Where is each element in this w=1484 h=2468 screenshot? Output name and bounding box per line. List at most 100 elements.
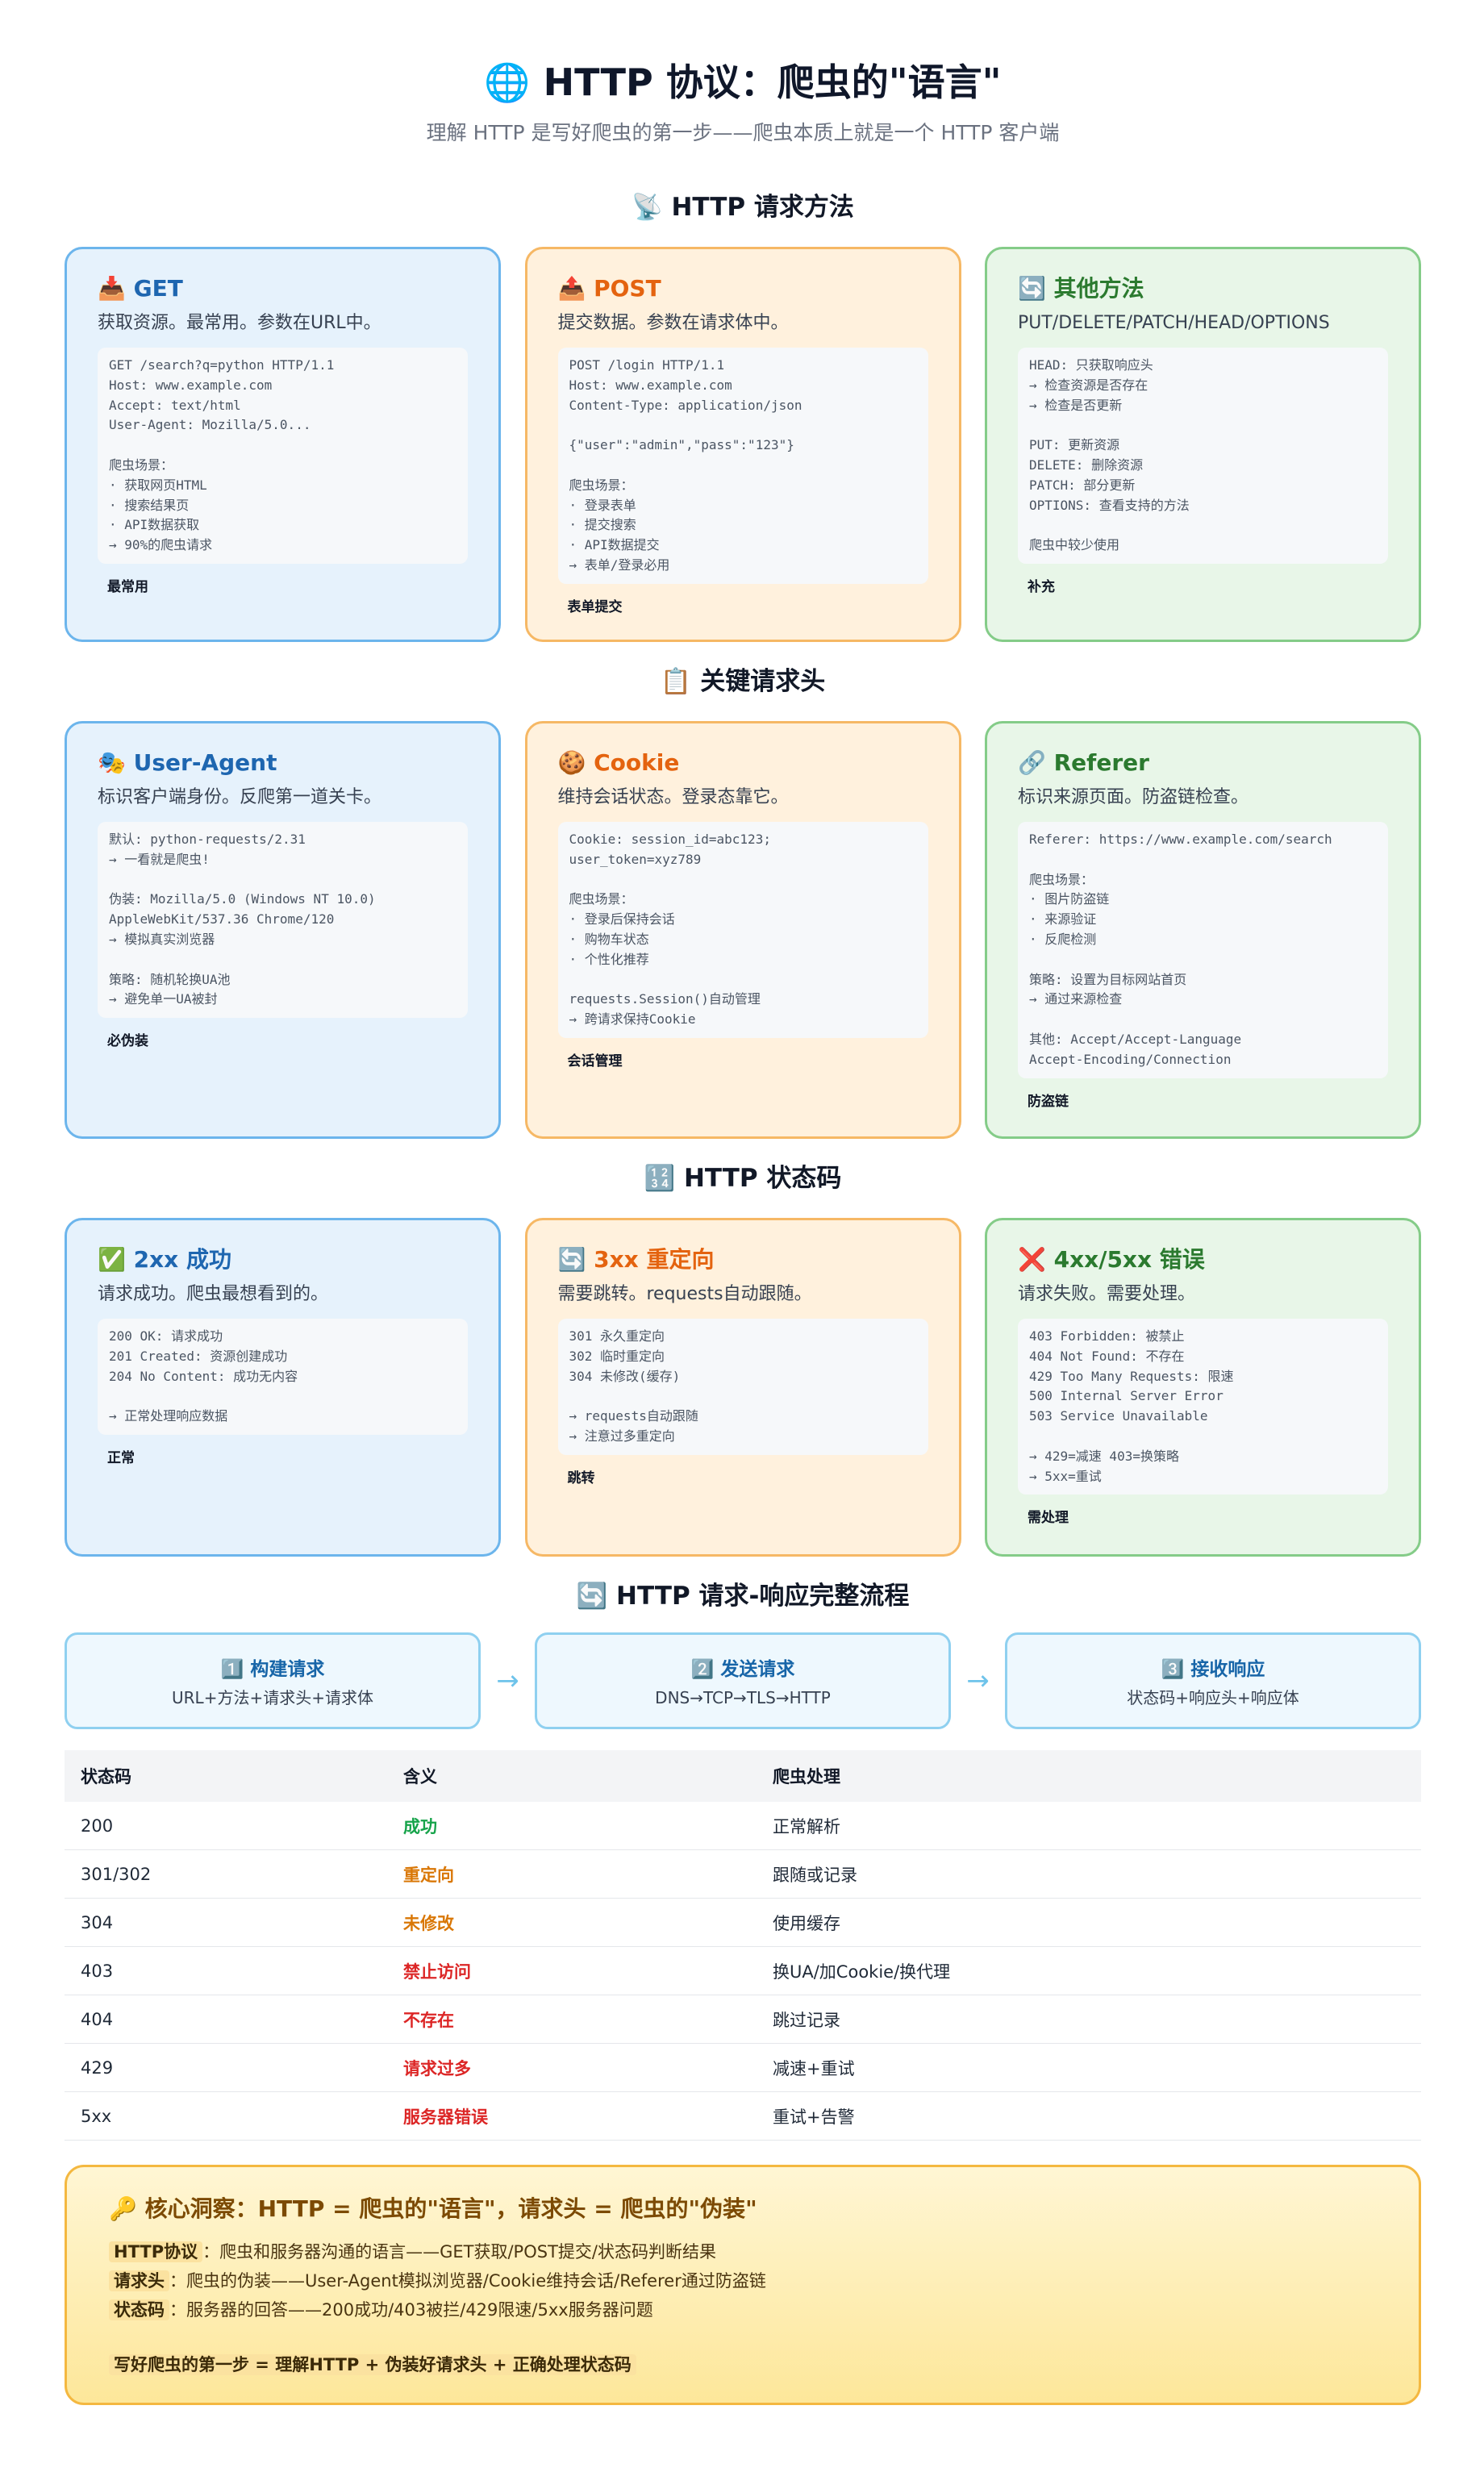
methods-row: 📥 GET 获取资源。最常用。参数在URL中。 GET /search?q=py… [65, 247, 1421, 642]
meaning-cell: 未修改 [387, 1898, 757, 1947]
section-title-status: 🔢 HTTP 状态码 [644, 1164, 842, 1193]
insight-text: ：爬虫和服务器沟通的语言——GET获取/POST提交/状态码判断结果 [202, 2242, 716, 2262]
table-row: 304 未修改 使用缓存 [65, 1898, 1421, 1947]
card-get: 📥 GET 获取资源。最常用。参数在URL中。 GET /search?q=py… [65, 247, 501, 642]
insight-key: 状态码 [109, 2299, 169, 2320]
column-header: 爬虫处理 [757, 1750, 1421, 1802]
code-block: HEAD: 只获取响应头 → 检查资源是否存在 → 检查是否更新 PUT: 更新… [1018, 348, 1388, 564]
table-body: 200 成功 正常解析 301/302 重定向 跟随或记录 304 未修改 使用缓存 403 禁止访… [65, 1802, 1421, 2141]
insight-key: HTTP协议 [109, 2241, 203, 2262]
table-row: 200 成功 正常解析 [65, 1802, 1421, 1850]
table-row: 301/302 重定向 跟随或记录 [65, 1849, 1421, 1899]
card-tag: 需处理 [1028, 1510, 1069, 1527]
flow-step-title: 3️⃣ 接收响应 [1161, 1659, 1265, 1680]
insight-line: HTTP协议 ：爬虫和服务器沟通的语言——GET获取/POST提交/状态码判断结果 [109, 2238, 1377, 2266]
card-tag: 正常 [107, 1449, 135, 1466]
flow-row: 1️⃣ 构建请求 URL+方法+请求头+请求体 → 2️⃣ 发送请求 DNS→T… [65, 1632, 1421, 1729]
insight-final-text: 写好爬虫的第一步 = 理解HTTP + 伪装好请求头 + 正确处理状态码 [109, 2354, 636, 2375]
card-desc: 请求失败。需要处理。 [1018, 1284, 1196, 1304]
card-title: 🔄 3xx 重定向 [557, 1246, 715, 1273]
card-tag: 会话管理 [567, 1053, 623, 1069]
action-cell: 正常解析 [757, 1802, 1421, 1850]
card-cookie: 🍪 Cookie 维持会话状态。登录态靠它。 Cookie: session_i… [524, 721, 961, 1139]
code-block: Cookie: session_id=abc123; user_token=xy… [557, 822, 928, 1038]
card-user-agent: 🎭 User-Agent 标识客户端身份。反爬第一道关卡。 默认: python… [65, 721, 501, 1139]
card-tag: 补充 [1028, 578, 1055, 595]
column-header: 含义 [387, 1750, 757, 1802]
flow-step-receive: 3️⃣ 接收响应 状态码+响应头+响应体 [1005, 1632, 1421, 1729]
code-block: 默认: python-requests/2.31 → 一看就是爬虫! 伪装: M… [98, 822, 468, 1019]
section-title-methods: 📡 HTTP 请求方法 [632, 193, 854, 222]
card-referer: 🔗 Referer 标识来源页面。防盗链检查。 Referer: https:/… [985, 721, 1421, 1139]
card-desc: 需要跳转。requests自动跟随。 [557, 1284, 812, 1304]
code-block: Referer: https://www.example.com/search … [1018, 822, 1388, 1078]
table-row: 403 禁止访问 换UA/加Cookie/换代理 [65, 1946, 1421, 1995]
action-cell: 使用缓存 [757, 1898, 1421, 1947]
card-2xx: ✅ 2xx 成功 请求成功。爬虫最想看到的。 200 OK: 请求成功 201 … [65, 1218, 501, 1557]
flow-step-build: 1️⃣ 构建请求 URL+方法+请求头+请求体 [65, 1632, 481, 1729]
card-title: 📥 GET [98, 275, 183, 302]
card-tag: 防盗链 [1028, 1093, 1069, 1110]
card-title: ✅ 2xx 成功 [98, 1246, 231, 1273]
status-code-table: 状态码 含义 爬虫处理 200 成功 正常解析 301/302 重定向 跟随或记录 304 未… [65, 1750, 1421, 2141]
insight-title: 🔑 核心洞察：HTTP = 爬虫的"语言"，请求头 = 爬虫的"伪装" [109, 2195, 757, 2222]
insight-line: 状态码 ：服务器的回答——200成功/403被拦/429限速/5xx服务器问题 [109, 2296, 1377, 2324]
card-4xx-5xx: ❌ 4xx/5xx 错误 请求失败。需要处理。 403 Forbidden: 被… [985, 1218, 1421, 1557]
status-code-cell: 5xx [65, 2091, 387, 2141]
meaning-cell: 成功 [387, 1802, 757, 1850]
insight-box: 🔑 核心洞察：HTTP = 爬虫的"语言"，请求头 = 爬虫的"伪装" HTTP… [65, 2165, 1421, 2405]
status-row: ✅ 2xx 成功 请求成功。爬虫最想看到的。 200 OK: 请求成功 201 … [65, 1218, 1421, 1557]
column-header: 状态码 [65, 1750, 387, 1802]
action-cell: 跳过记录 [757, 1995, 1421, 2044]
meaning-cell: 不存在 [387, 1995, 757, 2044]
status-code-cell: 404 [65, 1995, 387, 2044]
insight-conclusion: 写好爬虫的第一步 = 理解HTTP + 伪装好请求头 + 正确处理状态码 [109, 2351, 1377, 2378]
card-title: 🎭 User-Agent [98, 749, 277, 776]
table-header-row: 状态码 含义 爬虫处理 [65, 1750, 1421, 1802]
card-desc: 标识来源页面。防盗链检查。 [1018, 787, 1249, 807]
card-tag: 最常用 [107, 578, 148, 595]
flow-step-send: 2️⃣ 发送请求 DNS→TCP→TLS→HTTP [535, 1632, 951, 1729]
section-title-flow: 🔄 HTTP 请求-响应完整流程 [576, 1582, 910, 1611]
insight-text: ：爬虫的伪装——User-Agent模拟浏览器/Cookie维持会话/Refer… [169, 2271, 766, 2291]
action-cell: 减速+重试 [757, 2043, 1421, 2092]
card-title: 🔄 其他方法 [1018, 275, 1144, 302]
table-row: 5xx 服务器错误 重试+告警 [65, 2091, 1421, 2141]
card-title: ❌ 4xx/5xx 错误 [1018, 1246, 1205, 1273]
card-tag: 必伪装 [107, 1033, 148, 1050]
action-cell: 跟随或记录 [757, 1849, 1421, 1899]
card-title: 📤 POST [557, 275, 661, 302]
card-desc: 获取资源。最常用。参数在URL中。 [98, 313, 381, 333]
insight-lines: HTTP协议 ：爬虫和服务器沟通的语言——GET获取/POST提交/状态码判断结果… [109, 2238, 1377, 2324]
flow-step-desc: URL+方法+请求头+请求体 [172, 1688, 373, 1707]
card-title: 🔗 Referer [1018, 749, 1149, 776]
page-title: 🌐 HTTP 协议：爬虫的"语言" [484, 60, 1002, 104]
arrow-right-icon: → [966, 1665, 990, 1697]
status-code-cell: 403 [65, 1946, 387, 1995]
card-desc: 提交数据。参数在请求体中。 [557, 313, 789, 333]
code-block: 200 OK: 请求成功 201 Created: 资源创建成功 204 No … [98, 1319, 468, 1435]
flow-step-desc: DNS→TCP→TLS→HTTP [655, 1688, 831, 1707]
table-row: 429 请求过多 减速+重试 [65, 2043, 1421, 2092]
insight-key: 请求头 [109, 2270, 169, 2291]
card-other-methods: 🔄 其他方法 PUT/DELETE/PATCH/HEAD/OPTIONS HEA… [985, 247, 1421, 642]
code-block: 403 Forbidden: 被禁止 404 Not Found: 不存在 42… [1018, 1319, 1388, 1495]
meaning-cell: 重定向 [387, 1849, 757, 1899]
status-code-cell: 301/302 [65, 1849, 387, 1899]
headers-row: 🎭 User-Agent 标识客户端身份。反爬第一道关卡。 默认: python… [65, 721, 1421, 1139]
card-desc: PUT/DELETE/PATCH/HEAD/OPTIONS [1018, 313, 1330, 333]
action-cell: 重试+告警 [757, 2091, 1421, 2141]
insight-line: 请求头 ：爬虫的伪装——User-Agent模拟浏览器/Cookie维持会话/Re… [109, 2267, 1377, 2295]
status-code-cell: 200 [65, 1802, 387, 1850]
code-block: GET /search?q=python HTTP/1.1 Host: www.… [98, 348, 468, 564]
code-block: POST /login HTTP/1.1 Host: www.example.c… [557, 348, 928, 584]
flow-step-title: 2️⃣ 发送请求 [690, 1659, 795, 1680]
card-3xx: 🔄 3xx 重定向 需要跳转。requests自动跟随。 301 永久重定向 3… [524, 1218, 961, 1557]
table-row: 404 不存在 跳过记录 [65, 1995, 1421, 2044]
insight-text: ：服务器的回答——200成功/403被拦/429限速/5xx服务器问题 [169, 2300, 653, 2320]
card-tag: 表单提交 [567, 598, 623, 615]
meaning-cell: 服务器错误 [387, 2091, 757, 2141]
card-desc: 请求成功。爬虫最想看到的。 [98, 1284, 329, 1304]
card-tag: 跳转 [567, 1470, 595, 1486]
meaning-cell: 请求过多 [387, 2043, 757, 2092]
